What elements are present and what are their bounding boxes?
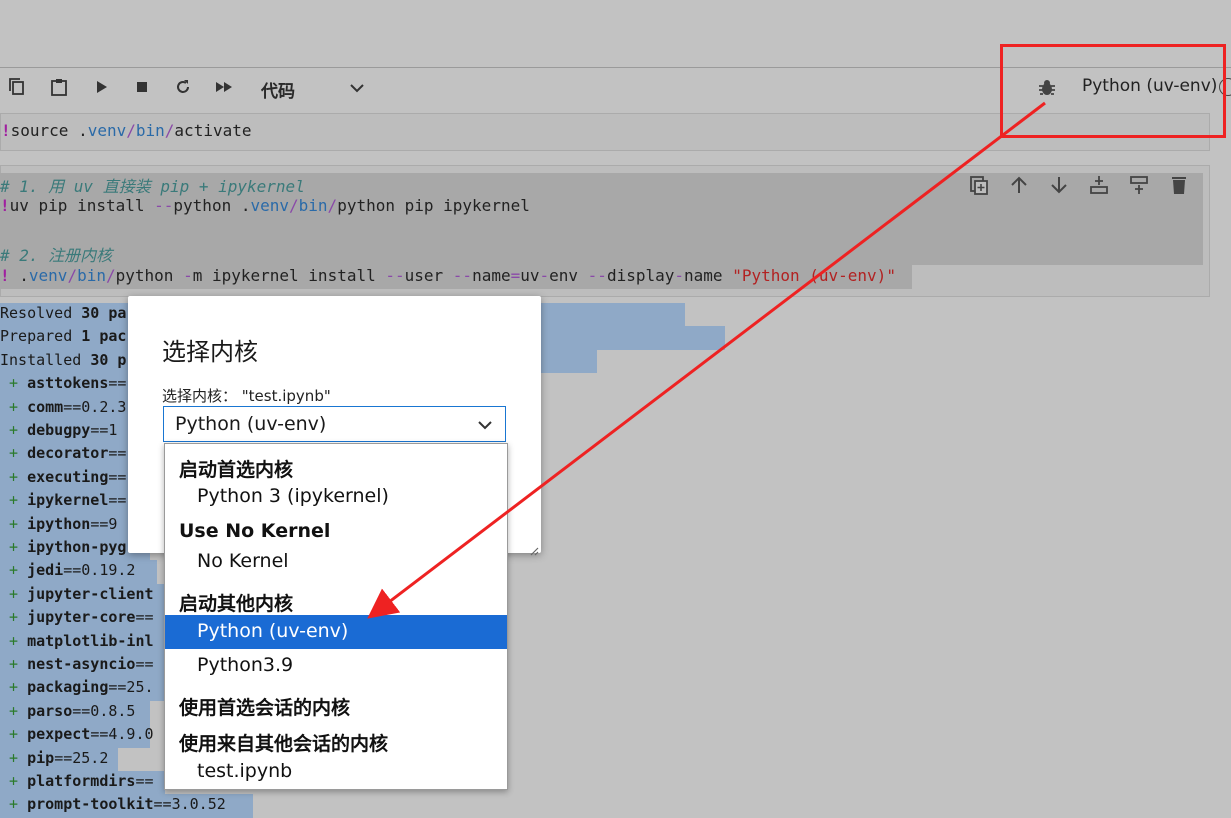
output-package-line: + packaging==25.	[9, 678, 154, 697]
run-icon[interactable]	[90, 76, 112, 98]
cell-action-bar	[968, 174, 1190, 196]
move-down-icon[interactable]	[1048, 174, 1070, 196]
output-package-line: + asttokens==	[9, 374, 127, 393]
code-line: !source .venv/bin/activate	[1, 121, 252, 140]
output-package-line: + comm==0.2.3	[9, 397, 127, 416]
output-package-line: + executing==	[9, 467, 127, 486]
option-test-ipynb[interactable]: test.ipynb	[165, 755, 507, 789]
delete-icon[interactable]	[1168, 174, 1190, 196]
option-python-uv-env[interactable]: Python (uv-env)	[165, 615, 507, 649]
group-no-kernel: Use No Kernel	[179, 520, 331, 542]
insert-above-icon[interactable]	[1088, 174, 1110, 196]
output-package-line: + ipykernel==	[9, 491, 127, 510]
output-package-line: + decorator==	[9, 444, 127, 463]
option-no-kernel[interactable]: No Kernel	[165, 545, 507, 579]
move-up-icon[interactable]	[1008, 174, 1030, 196]
resize-grip-icon[interactable]	[529, 541, 539, 556]
output-package-line: + platformdirs==	[9, 772, 154, 790]
group-other-session: 使用来自其他会话的内核	[179, 733, 389, 755]
code-comment: # 1. 用 uv 直接装 pip + ipykernel	[0, 177, 305, 196]
group-preferred-session: 使用首选会话的内核	[179, 697, 351, 719]
output-package-line: + pip==25.2	[9, 748, 109, 767]
group-preferred-kernel: 启动首选内核	[179, 459, 294, 481]
output-package-line: + debugpy==1	[9, 421, 118, 439]
output-package-line: + ipython==9	[9, 514, 118, 533]
output-package-line: + matplotlib-inl	[9, 631, 154, 650]
cell-type-select[interactable]: 代码	[261, 77, 295, 102]
code-line: ! .venv/bin/python -m ipykernel install …	[0, 266, 896, 285]
output-package-line: + jedi==0.19.2	[9, 561, 136, 580]
stop-icon[interactable]	[131, 76, 153, 98]
output-package-line: + pexpect==4.9.0	[9, 725, 154, 744]
output-package-line: + ipython-pyg	[9, 538, 127, 556]
run-all-icon[interactable]	[213, 76, 235, 98]
output-line: Resolved 30 pa	[0, 304, 127, 322]
kernel-select[interactable]: Python (uv-env)	[163, 406, 506, 442]
annotation-highlight-box	[1000, 44, 1226, 138]
output-line: Installed 30 p	[0, 350, 127, 369]
insert-below-icon[interactable]	[1128, 174, 1150, 196]
chevron-down-icon	[477, 417, 493, 436]
restart-icon[interactable]	[172, 76, 194, 98]
chevron-down-icon[interactable]	[348, 79, 366, 101]
kernel-dropdown-list: 启动首选内核 Python 3 (ipykernel) Use No Kerne…	[164, 443, 508, 790]
option-python3-ipykernel[interactable]: Python 3 (ipykernel)	[165, 480, 507, 514]
dialog-title: 选择内核	[162, 338, 258, 366]
copy-icon[interactable]	[6, 76, 28, 98]
output-line: Prepared 1 pac	[0, 327, 127, 346]
option-python39[interactable]: Python3.9	[165, 649, 507, 683]
paste-icon[interactable]	[48, 76, 70, 98]
output-package-line: + parso==0.8.5	[9, 701, 136, 720]
code-comment: # 2. 注册内核	[0, 246, 113, 265]
group-other-kernels: 启动其他内核	[179, 593, 294, 615]
output-package-line: + jupyter-core==	[9, 608, 154, 627]
output-package-line: + jupyter-client	[9, 584, 154, 603]
dialog-label: 选择内核： "test.ipynb"	[162, 387, 331, 405]
output-package-line: + nest-asyncio==	[9, 655, 154, 673]
duplicate-cell-icon[interactable]	[968, 174, 990, 196]
code-line: !uv pip install --python .venv/bin/pytho…	[0, 196, 530, 215]
kernel-select-value: Python (uv-env)	[175, 413, 327, 435]
